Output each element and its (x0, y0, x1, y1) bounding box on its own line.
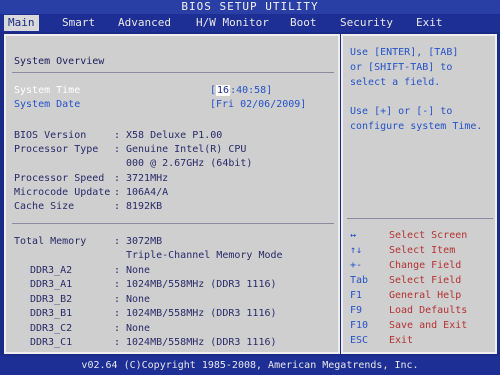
help-panel: Use [ENTER], [TAB] or [SHIFT-TAB] to sel… (341, 34, 497, 354)
section-title: System Overview (14, 56, 105, 67)
tab-security[interactable]: Security (336, 15, 397, 31)
processor-speed-value: 3721MHz (126, 173, 169, 184)
key-select-screen: ↔ (350, 230, 357, 241)
separator: : (114, 144, 121, 155)
separator: : (114, 173, 121, 184)
ddr3-b2-value: None (126, 294, 151, 305)
total-memory-label: Total Memory (14, 236, 87, 247)
system-date-field[interactable]: [Fri 02/06/2009] (210, 99, 306, 111)
divider (12, 223, 334, 224)
memory-mode: Triple-Channel Memory Mode (126, 250, 283, 261)
divider (12, 72, 334, 73)
ddr3-a1-value: 1024MB/558MHz (DDR3 1116) (126, 279, 277, 290)
key-select-item: ↑↓ (350, 245, 363, 256)
key-change-field: +- (350, 260, 363, 271)
key-select-field: Tab (350, 275, 369, 286)
system-time-rest: :40:58] (230, 85, 273, 96)
microcode-update-label: Microcode Update (14, 187, 111, 198)
tab-exit[interactable]: Exit (412, 15, 447, 31)
help-line: Use [+] or [-] to (350, 106, 453, 117)
separator: : (114, 187, 121, 198)
tab-hw-monitor[interactable]: H/W Monitor (192, 15, 273, 31)
ddr3-c2-label: DDR3_C2 (30, 323, 73, 334)
processor-type-value: Genuine Intel(R) CPU (126, 144, 247, 155)
key-general-help: F1 (350, 290, 363, 301)
key-exit-action: Exit (389, 335, 414, 346)
separator: : (114, 130, 121, 141)
ddr3-b1-label: DDR3_B1 (30, 308, 73, 319)
processor-type-value-line2: 000 @ 2.67GHz (64bit) (126, 158, 253, 169)
ddr3-a1-label: DDR3_A1 (30, 279, 73, 290)
divider (347, 218, 493, 219)
window-title: BIOS SETUP UTILITY (0, 0, 500, 14)
bios-version-label: BIOS Version (14, 130, 87, 141)
ddr3-a2-label: DDR3_A2 (30, 265, 73, 276)
key-select-item-action: Select Item (389, 245, 456, 256)
help-line: select a field. (350, 77, 441, 88)
tab-smart[interactable]: Smart (58, 15, 99, 31)
ddr3-c2-value: None (126, 323, 151, 334)
tab-advanced[interactable]: Advanced (114, 15, 175, 31)
ddr3-b1-value: 1024MB/558MHz (DDR3 1116) (126, 308, 277, 319)
cache-size-value: 8192KB (126, 201, 163, 212)
tab-main[interactable]: Main (4, 15, 39, 31)
separator: : (114, 265, 121, 276)
main-panel: System Overview System Time [16:40:58] S… (4, 34, 340, 354)
total-memory-value: 3072MB (126, 236, 163, 247)
key-general-help-action: General Help (389, 290, 462, 301)
key-select-field-action: Select Field (389, 275, 462, 286)
ddr3-c1-value: 1024MB/558MHz (DDR3 1116) (126, 337, 277, 348)
ddr3-b2-label: DDR3_B2 (30, 294, 73, 305)
key-save-exit: F10 (350, 320, 369, 331)
key-save-exit-action: Save and Exit (389, 320, 468, 331)
cache-size-label: Cache Size (14, 201, 75, 212)
bios-version-value: X58 Deluxe P1.00 (126, 130, 223, 141)
help-line: Use [ENTER], [TAB] (350, 47, 459, 58)
ddr3-a2-value: None (126, 265, 151, 276)
separator: : (114, 236, 121, 247)
key-exit: ESC (350, 335, 369, 346)
help-line: configure system Time. (350, 121, 483, 132)
system-time-field[interactable]: [16:40:58] (210, 85, 272, 97)
key-load-defaults: F9 (350, 305, 363, 316)
ddr3-c1-label: DDR3_C1 (30, 337, 73, 348)
processor-type-label: Processor Type (14, 144, 99, 155)
help-line: or [SHIFT-TAB] to (350, 62, 453, 73)
separator: : (114, 294, 121, 305)
microcode-update-value: 106A4/A (126, 187, 169, 198)
key-change-field-action: Change Field (389, 260, 462, 271)
separator: : (114, 337, 121, 348)
processor-speed-label: Processor Speed (14, 173, 105, 184)
system-time-hour[interactable]: 16 (216, 85, 231, 96)
separator: : (114, 201, 121, 212)
separator: : (114, 279, 121, 290)
menu-bar: Main Smart Advanced H/W Monitor Boot Sec… (0, 14, 500, 32)
system-time-label[interactable]: System Time (14, 85, 80, 97)
key-load-defaults-action: Load Defaults (389, 305, 468, 316)
separator: : (114, 308, 121, 319)
copyright-footer: v02.64 (C)Copyright 1985-2008, American … (0, 356, 500, 375)
tab-boot[interactable]: Boot (286, 15, 321, 31)
key-select-screen-action: Select Screen (389, 230, 468, 241)
system-date-label[interactable]: System Date (14, 99, 80, 111)
separator: : (114, 323, 121, 334)
